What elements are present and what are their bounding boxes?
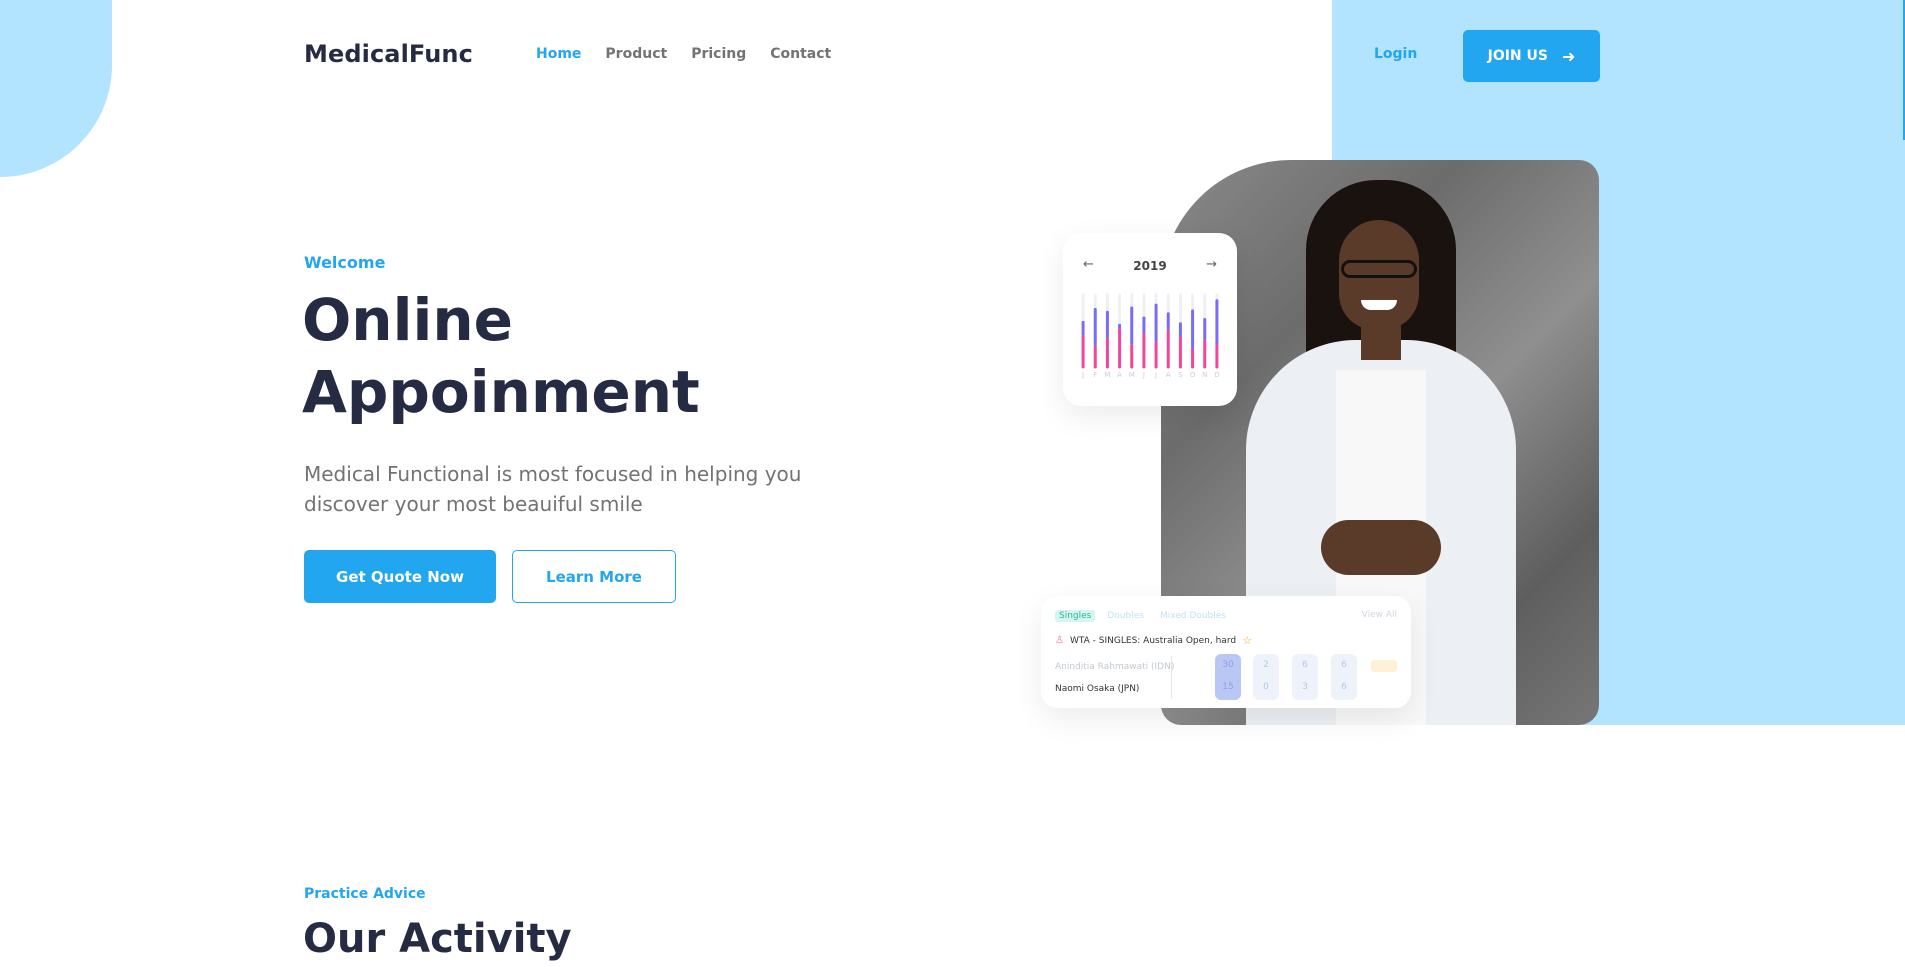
set-score-bottom: 3 bbox=[1302, 682, 1308, 692]
set-score-top: 30 bbox=[1222, 660, 1234, 670]
arrow-right-icon: ➜ bbox=[1561, 46, 1576, 66]
tick-label: A bbox=[1117, 371, 1122, 379]
star-icon[interactable]: ☆ bbox=[1242, 634, 1252, 647]
set-score: 2 0 bbox=[1253, 654, 1279, 700]
nav-product[interactable]: Product bbox=[605, 46, 667, 62]
hero-title: Online Appoinment bbox=[302, 284, 822, 428]
arrow-right-icon[interactable]: → bbox=[1206, 257, 1217, 272]
tick-label: M bbox=[1104, 371, 1110, 379]
tick-label: D bbox=[1214, 371, 1219, 379]
tick-label: M bbox=[1129, 371, 1135, 379]
set-score: 30 15 bbox=[1215, 654, 1241, 700]
view-all-link[interactable]: View All bbox=[1362, 610, 1397, 620]
main-nav: Home Product Pricing Contact bbox=[536, 46, 831, 62]
set-score-top: 6 bbox=[1302, 660, 1308, 670]
photo-glasses bbox=[1341, 260, 1417, 278]
match-tabs: Singles Doubles Mixed Doubles bbox=[1055, 610, 1230, 622]
get-quote-button[interactable]: Get Quote Now bbox=[304, 550, 496, 603]
mini-bar-chart: JFMAMJJASOND bbox=[1081, 293, 1220, 379]
nav-pricing[interactable]: Pricing bbox=[691, 46, 746, 62]
chart-card: ← 2019 → JFMAMJJASOND bbox=[1063, 233, 1237, 406]
tick-label: J bbox=[1081, 371, 1084, 379]
set-score: 6 6 bbox=[1331, 654, 1357, 700]
tick-label: N bbox=[1202, 371, 1207, 379]
tick-label: J bbox=[1142, 371, 1145, 379]
tick-label: F bbox=[1093, 371, 1097, 379]
photo-hands bbox=[1321, 520, 1441, 575]
set-score-bottom: 15 bbox=[1222, 682, 1234, 692]
nav-home[interactable]: Home bbox=[536, 46, 581, 62]
player-one: Aninditia Rahmawati (IDN) bbox=[1055, 662, 1175, 672]
brand-logo[interactable]: MedicalFunc bbox=[304, 40, 473, 68]
set-score-top: 6 bbox=[1341, 660, 1347, 670]
tab-mixed-doubles[interactable]: Mixed Doubles bbox=[1156, 610, 1230, 622]
join-us-label: JOIN US bbox=[1487, 48, 1548, 64]
hero-eyebrow: Welcome bbox=[304, 253, 386, 272]
tab-singles[interactable]: Singles bbox=[1055, 610, 1096, 622]
section-title: Our Activity bbox=[303, 916, 572, 962]
tick-label: O bbox=[1190, 371, 1196, 379]
nav-contact[interactable]: Contact bbox=[770, 46, 831, 62]
live-badge bbox=[1371, 660, 1397, 672]
match-event: ♙ WTA - SINGLES: Australia Open, hard ☆ bbox=[1055, 634, 1252, 647]
set-score-bottom: 0 bbox=[1263, 682, 1269, 692]
hero-title-line1: Online bbox=[302, 286, 513, 354]
player-two: Naomi Osaka (JPN) bbox=[1055, 684, 1140, 694]
login-link[interactable]: Login bbox=[1374, 46, 1417, 62]
match-card: Singles Doubles Mixed Doubles View All ♙… bbox=[1041, 596, 1411, 708]
score-divider bbox=[1171, 656, 1172, 698]
event-title: WTA - SINGLES: Australia Open, hard bbox=[1069, 635, 1237, 646]
person-icon: ♙ bbox=[1055, 635, 1064, 646]
hero-title-line2: Appoinment bbox=[302, 358, 700, 426]
section-eyebrow: Practice Advice bbox=[304, 886, 426, 902]
tick-label: J bbox=[1154, 371, 1157, 379]
join-us-button[interactable]: JOIN US ➜ bbox=[1463, 30, 1600, 82]
site-header: MedicalFunc Home Product Pricing Contact… bbox=[0, 0, 1905, 110]
learn-more-button[interactable]: Learn More bbox=[512, 550, 676, 603]
set-score-bottom: 6 bbox=[1341, 682, 1347, 692]
tick-label: A bbox=[1166, 371, 1171, 379]
set-score-top: 2 bbox=[1263, 660, 1269, 670]
tab-doubles[interactable]: Doubles bbox=[1103, 610, 1148, 622]
hero-subtitle: Medical Functional is most focused in he… bbox=[304, 462, 802, 516]
photo-smile bbox=[1361, 300, 1397, 310]
tick-label: S bbox=[1178, 371, 1183, 379]
set-score: 6 3 bbox=[1292, 654, 1318, 700]
